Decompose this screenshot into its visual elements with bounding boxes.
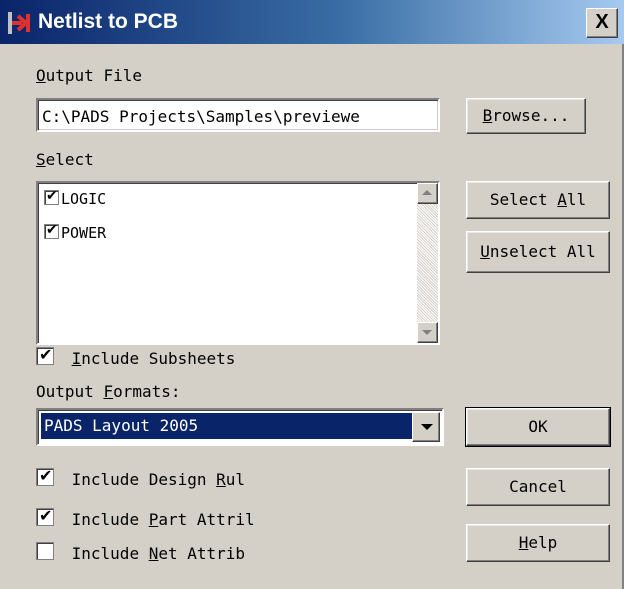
checkmark-icon: ✔ <box>39 345 53 364</box>
checkmark-icon: ✔ <box>46 222 58 238</box>
netlist-app-icon <box>8 12 30 34</box>
include-subsheets-checkbox[interactable]: ✔ <box>36 345 54 365</box>
select-all-button[interactable]: Select All <box>466 181 610 219</box>
checkmark-icon: ✔ <box>46 188 58 204</box>
include-subsheets-option[interactable]: ✔ Include Subsheets <box>36 345 235 369</box>
checkmark-icon: ✔ <box>39 466 53 485</box>
arrow-down-icon <box>422 330 432 335</box>
option-include-part-attributes[interactable]: ✔ Include Part Attril <box>36 506 255 530</box>
output-format-selected: PADS Layout 2005 <box>41 413 412 439</box>
window-title: Netlist to PCB <box>38 10 179 33</box>
checkbox-logic[interactable]: ✔ <box>44 188 59 205</box>
help-button[interactable]: Help <box>466 524 610 562</box>
list-item-logic[interactable]: ✔ LOGIC <box>44 188 106 209</box>
listbox-scrollbar[interactable] <box>417 183 438 343</box>
option-include-net-attributes[interactable]: Include Net Attrib <box>36 542 245 564</box>
cancel-button[interactable]: Cancel <box>466 468 610 506</box>
checkmark-icon: ✔ <box>39 506 53 525</box>
option-include-design-rules[interactable]: ✔ Include Design Rul <box>36 466 245 490</box>
output-format-select[interactable]: PADS Layout 2005 <box>36 408 444 446</box>
title-bar[interactable]: Netlist to PCB X <box>0 0 624 44</box>
include-part-attributes-checkbox[interactable]: ✔ <box>36 506 54 526</box>
output-file-label: Output File <box>36 66 142 85</box>
include-net-attributes-checkbox[interactable] <box>36 542 54 560</box>
scroll-up-button[interactable] <box>417 183 438 204</box>
output-file-input[interactable]: C:\PADS Projects\Samples\previewe <box>36 98 440 132</box>
browse-button[interactable]: Browse... <box>466 98 586 134</box>
select-listbox[interactable]: ✔ LOGIC ✔ POWER <box>36 181 440 345</box>
include-design-rules-checkbox[interactable]: ✔ <box>36 466 54 486</box>
scroll-down-button[interactable] <box>417 322 438 343</box>
select-label: Select <box>36 150 94 169</box>
close-icon[interactable]: X <box>586 8 618 38</box>
arrow-up-icon <box>422 190 432 195</box>
ok-button[interactable]: OK <box>465 407 611 447</box>
list-item-power[interactable]: ✔ POWER <box>44 222 106 243</box>
chevron-down-icon <box>421 424 433 430</box>
checkbox-power[interactable]: ✔ <box>44 222 59 239</box>
dropdown-button[interactable] <box>412 412 440 442</box>
output-formats-label: Output Formats: <box>36 382 181 401</box>
unselect-all-button[interactable]: Unselect All <box>466 231 610 273</box>
